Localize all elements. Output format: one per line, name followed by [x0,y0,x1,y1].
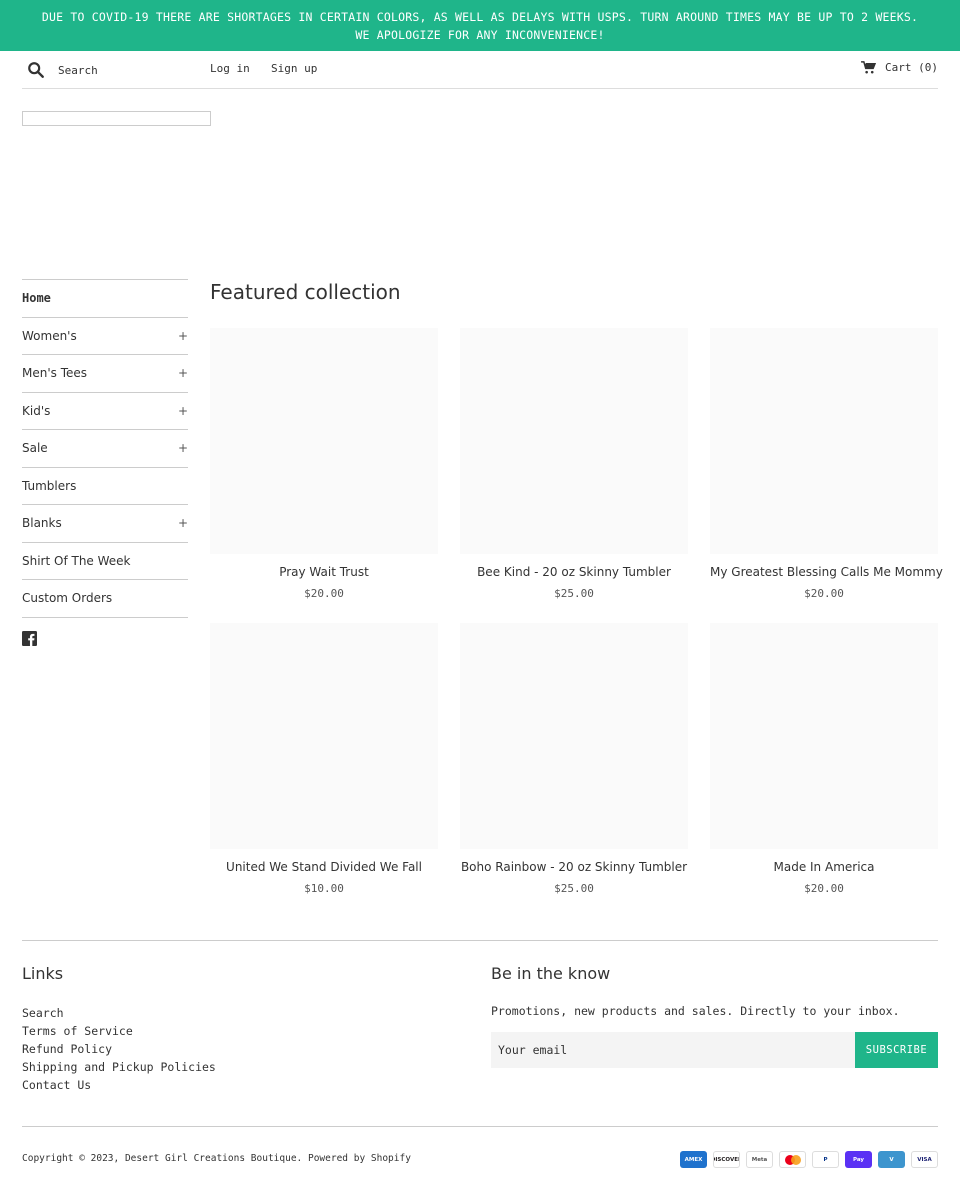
expand-plus-icon[interactable]: + [178,516,188,530]
newsletter-heading: Be in the know [491,964,611,983]
shop-pay-icon: Pay [845,1151,872,1168]
expand-plus-icon[interactable]: + [178,329,188,343]
footer-link[interactable]: Terms of Service [22,1022,216,1040]
footer-link[interactable]: Contact Us [22,1076,216,1094]
store-logo[interactable] [22,111,211,126]
discover-icon: DISCOVER [713,1151,740,1168]
product-image[interactable] [710,623,938,849]
product-card[interactable]: Bee Kind - 20 oz Skinny Tumbler $25.00 [460,328,688,600]
sidebar-item-shirt-of-the-week[interactable]: Shirt Of The Week [22,543,188,580]
featured-collection: Featured collection Pray Wait Trust $20.0… [210,280,943,895]
visa-icon: VISA [911,1151,938,1168]
paypal-icon: P [812,1151,839,1168]
product-image[interactable] [710,328,938,554]
announcement-text: DUE TO COVID-19 THERE ARE SHORTAGES IN C… [41,10,919,42]
payment-label: DISCOVER [714,1156,739,1163]
footer-links: Search Terms of Service Refund Policy Shipp… [22,1004,216,1094]
newsletter-text: Promotions, new products and sales. Dire… [491,1004,900,1018]
footer-bottom-divider [22,1126,938,1127]
product-price: $20.00 [804,587,844,600]
product-title[interactable]: Made In America [710,860,938,874]
product-image[interactable] [460,623,688,849]
amex-icon: AMEX [680,1151,707,1168]
product-price: $25.00 [554,882,594,895]
product-card[interactable]: United We Stand Divided We Fall $10.00 [210,623,438,895]
product-title[interactable]: Bee Kind - 20 oz Skinny Tumbler [460,565,688,579]
search-input[interactable] [58,60,208,80]
cart-link[interactable]: Cart (0) [861,61,938,74]
sidebar-item-women-s[interactable]: Women's + [22,318,188,355]
sidebar-item-kid-s[interactable]: Kid's + [22,393,188,430]
product-image[interactable] [460,328,688,554]
payment-label: P [823,1156,828,1163]
footer-link[interactable]: Shipping and Pickup Policies [22,1058,216,1076]
footer-link[interactable]: Refund Policy [22,1040,216,1058]
section-title: Featured collection [210,280,401,304]
subscribe-button[interactable]: SUBSCRIBE [855,1032,938,1068]
sidebar-item-label: Women's [22,328,77,343]
facebook-icon[interactable] [22,631,37,646]
product-price: $25.00 [554,587,594,600]
product-image[interactable] [210,623,438,849]
sidebar-item-label: Shirt Of The Week [22,553,131,568]
footer-divider [22,940,938,941]
login-link[interactable]: Log in [210,62,250,75]
product-price: $10.00 [304,882,344,895]
expand-plus-icon[interactable]: + [178,404,188,418]
sidebar-item-label: Men's Tees [22,366,88,381]
announcement-bar: DUE TO COVID-19 THERE ARE SHORTAGES IN C… [0,0,960,51]
product-title[interactable]: Boho Rainbow - 20 oz Skinny Tumbler [460,860,688,874]
sidebar-item-blanks[interactable]: Blanks + [22,505,188,543]
sidebar-item-label: Custom Orders [22,591,113,606]
sidebar-item-label: Blanks [22,516,62,531]
links-heading: Links [22,964,64,983]
sidebar-nav: Home Women's + Men's Tees + Kid's + Sale + Tumble… [22,279,188,618]
mastercard-icon [779,1151,806,1168]
product-price: $20.00 [804,882,844,895]
product-image[interactable] [210,328,438,554]
cart-label: Cart (0) [885,61,938,74]
sidebar-item-tumblers[interactable]: Tumblers [22,468,188,505]
meta-pay-icon: Meta [746,1151,773,1168]
signup-link[interactable]: Sign up [271,62,317,75]
payment-label: Pay [852,1156,864,1163]
payment-icons: AMEX DISCOVER Meta P Pay V VISA [680,1151,938,1168]
site-header: Log in Sign up Cart (0) [22,51,938,89]
footer-link[interactable]: Search [22,1004,216,1022]
product-title[interactable]: United We Stand Divided We Fall [210,860,438,874]
expand-plus-icon[interactable]: + [178,366,188,380]
search-icon[interactable] [27,61,45,79]
product-card[interactable]: Boho Rainbow - 20 oz Skinny Tumbler $25.0… [460,623,688,895]
sidebar-item-sale[interactable]: Sale + [22,430,188,468]
product-price: $20.00 [304,587,344,600]
email-field[interactable] [491,1032,855,1068]
sidebar-item-label: Tumblers [22,478,77,493]
payment-label: Meta [751,1156,768,1163]
product-card[interactable]: My Greatest Blessing Calls Me Mommy $20.0… [710,328,943,600]
product-card[interactable]: Made In America $20.00 [710,623,938,895]
sidebar-item-custom-orders[interactable]: Custom Orders [22,580,188,618]
product-card[interactable]: Pray Wait Trust $20.00 [210,328,438,600]
payment-label: AMEX [684,1156,703,1163]
product-title[interactable]: My Greatest Blessing Calls Me Mommy [710,565,943,579]
sidebar-item-home[interactable]: Home [22,280,188,318]
cart-icon [861,61,877,74]
payment-label: VISA [917,1156,932,1163]
product-title[interactable]: Pray Wait Trust [210,565,438,579]
copyright: Copyright © 2023, Desert Girl Creations … [22,1153,411,1164]
sidebar-item-label: Kid's [22,403,51,418]
sidebar-item-men-s-tees[interactable]: Men's Tees + [22,355,188,393]
venmo-icon: V [878,1151,905,1168]
payment-label: V [889,1156,894,1163]
sidebar-item-label: Sale [22,441,48,456]
expand-plus-icon[interactable]: + [178,441,188,455]
sidebar-item-label: Home [22,291,51,306]
